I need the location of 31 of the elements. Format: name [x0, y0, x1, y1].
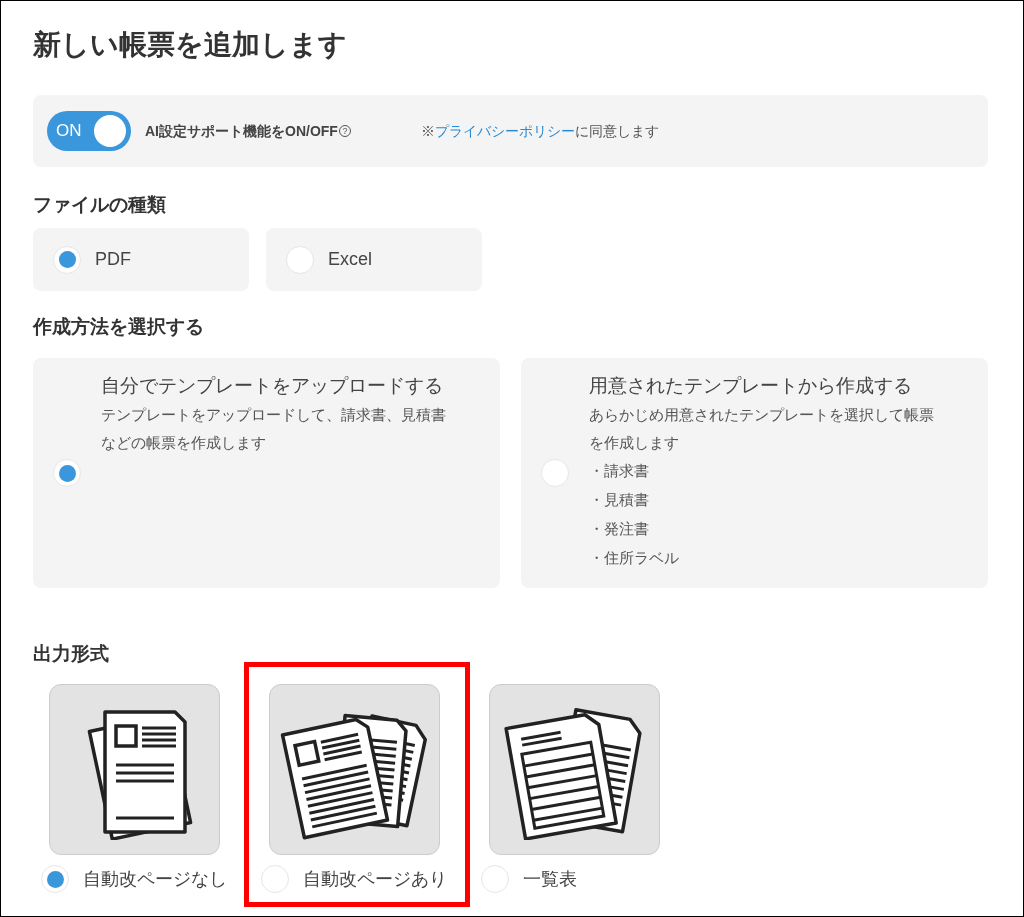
- output-format-tile[interactable]: [269, 684, 440, 855]
- toggle-label: AI設定サポート機能をON/OFF: [145, 121, 338, 141]
- option-label: Excel: [328, 248, 372, 271]
- option-description: テンプレートをアップロードして、請求書、見積書などの帳票を作成します: [101, 406, 446, 453]
- radio-button[interactable]: [53, 245, 81, 274]
- section-heading: ファイルの種類: [33, 193, 167, 217]
- radio-button[interactable]: [286, 245, 314, 274]
- radio-button[interactable]: [541, 459, 569, 487]
- radio-button[interactable]: [41, 865, 69, 893]
- output-format-tile[interactable]: [489, 684, 660, 855]
- method-option-card[interactable]: 自分でテンプレートをアップロードする テンプレートをアップロードして、請求書、見積書などの帳票を作成します: [33, 358, 500, 588]
- option-title: 自分でテンプレートをアップロードする: [101, 374, 444, 398]
- option-label: PDF: [95, 248, 131, 271]
- option-title: 用意されたテンプレートから作成する: [589, 374, 913, 398]
- privacy-note: ※プライバシーポリシーに同意します: [420, 121, 659, 141]
- output-format-tile[interactable]: [49, 684, 220, 855]
- option-label: 一覧表: [523, 867, 577, 891]
- template-list-item: ・住所ラベル: [589, 549, 680, 568]
- radio-button[interactable]: [53, 459, 81, 487]
- option-label: 自動改ページあり: [303, 867, 447, 891]
- file-type-option[interactable]: PDF: [33, 228, 249, 291]
- template-list-item: ・請求書: [589, 462, 650, 481]
- page-title: 新しい帳票を追加します: [33, 28, 348, 62]
- method-option-card[interactable]: 用意されたテンプレートから作成する あらかじめ用意されたテンプレートを選択して帳票を作成します ・請求書 ・見積書 ・発注書 ・住所ラベル: [521, 358, 988, 588]
- section-heading: 作成方法を選択する: [33, 315, 205, 339]
- option-label: 自動改ページなし: [83, 867, 227, 891]
- option-description: あらかじめ用意されたテンプレートを選択して帳票を作成します: [589, 406, 934, 453]
- file-type-option[interactable]: Excel: [266, 228, 482, 291]
- template-list-item: ・見積書: [589, 491, 650, 510]
- template-list-item: ・発注書: [589, 520, 650, 539]
- section-heading: 出力形式: [33, 642, 110, 666]
